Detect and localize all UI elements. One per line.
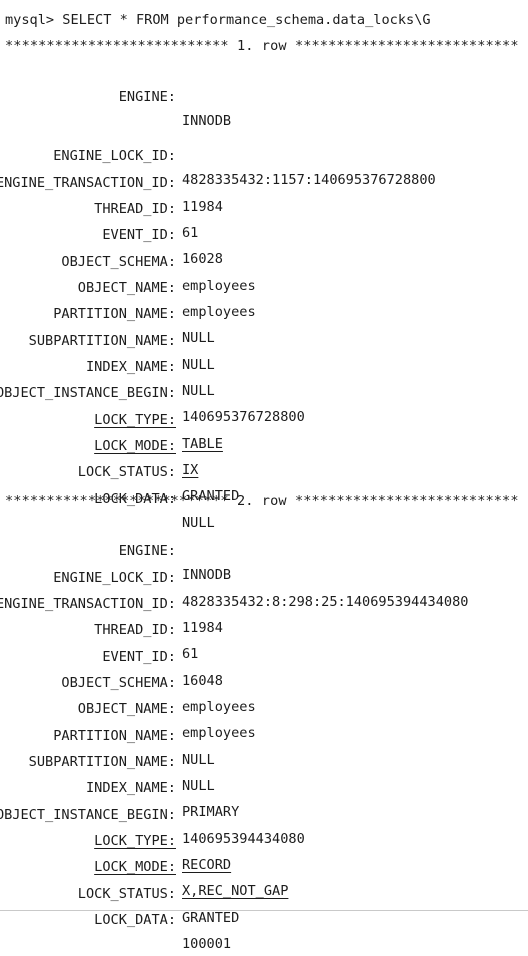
field-row: SUBPARTITION_NAME: NULL — [0, 305, 528, 373]
field-row: ENGINE_TRANSACTION_ID: 11984 — [0, 568, 528, 636]
field-row: OBJECT_NAME: employees — [0, 673, 528, 741]
command-line: mysql> SELECT * FROM performance_schema.… — [5, 12, 431, 28]
field-row: OBJECT_NAME: employees — [0, 252, 528, 320]
field-row: ENGINE_TRANSACTION_ID: 11984 — [0, 147, 528, 215]
bottom-divider — [0, 910, 528, 911]
field-row: SUBPARTITION_NAME: NULL — [0, 726, 528, 794]
field-row: ENGINE: INNODB — [0, 515, 528, 583]
field-row: THREAD_ID: 61 — [0, 173, 528, 241]
field-row: LOCK_TYPE: RECORD — [0, 805, 528, 873]
field-row: INDEX_NAME: NULL — [0, 331, 528, 399]
field-row: PARTITION_NAME: NULL — [0, 278, 528, 346]
field-row: LOCK_TYPE: TABLE — [0, 384, 528, 452]
field-row: LOCK_STATUS: GRANTED — [0, 858, 528, 926]
field-row: ENGINE_LOCK_ID: 4828335432:1157:14069537… — [0, 120, 528, 188]
field-row: LOCK_DATA: NULL — [0, 463, 528, 531]
row-separator-2: *************************** 2. row *****… — [5, 493, 519, 509]
field-row: INDEX_NAME: PRIMARY — [0, 752, 528, 820]
field-row: LOCK_DATA: 100001 — [0, 884, 528, 952]
field-row: EVENT_ID: 16028 — [0, 199, 528, 267]
field-row: LOCK_MODE: X,REC_NOT_GAP — [0, 831, 528, 899]
field-row: EVENT_ID: 16048 — [0, 621, 528, 689]
field-row: LOCK_MODE: IX — [0, 410, 528, 478]
field-row: OBJECT_INSTANCE_BEGIN: 140695376728800 — [0, 357, 528, 425]
field-row: LOCK_STATUS: GRANTED — [0, 436, 528, 504]
field-row: ENGINE_LOCK_ID: 4828335432:8:298:25:1406… — [0, 542, 528, 610]
field-row: PARTITION_NAME: NULL — [0, 700, 528, 768]
field-row: ENGINE: INNODB — [0, 61, 528, 129]
field-row: OBJECT_SCHEMA: employees — [0, 226, 528, 294]
field-row: THREAD_ID: 61 — [0, 594, 528, 662]
field-row: OBJECT_SCHEMA: employees — [0, 647, 528, 715]
field-key: ENGINE: — [118, 89, 176, 105]
field-row: OBJECT_INSTANCE_BEGIN: 140695394434080 — [0, 779, 528, 847]
field-key: LOCK_DATA: — [94, 912, 176, 928]
field-value: 100001 — [182, 936, 232, 952]
row-separator-1: *************************** 1. row *****… — [5, 38, 519, 54]
